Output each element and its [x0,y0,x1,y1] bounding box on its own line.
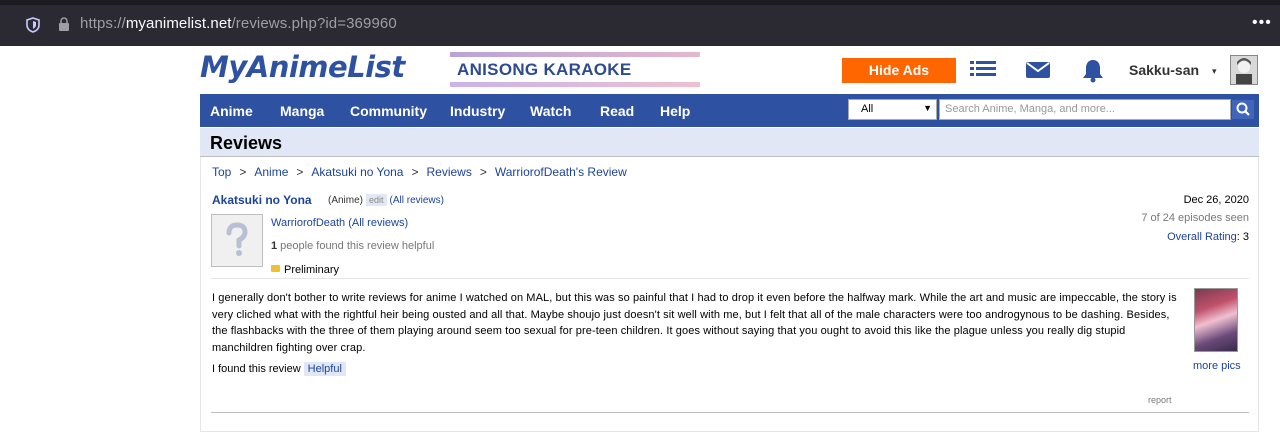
report-link[interactable]: report [1148,395,1172,405]
shield-icon[interactable] [26,17,40,33]
divider [211,412,1249,413]
tag-icon [271,265,280,272]
avatar[interactable] [1230,55,1258,85]
review-text: I generally don't bother to write review… [212,292,1177,354]
chevron-down-icon[interactable]: ▾ [1212,66,1217,77]
bell-icon[interactable] [1082,59,1104,83]
reviewer-avatar[interactable] [211,214,263,267]
anime-meta: (Anime) edit (All reviews) [328,194,444,206]
all-reviews-anime-link[interactable]: (All reviews) [390,195,444,206]
breadcrumb-separator: > [296,165,304,179]
search-input[interactable]: Search Anime, Manga, and more... [939,99,1231,120]
lock-icon[interactable] [58,17,70,31]
page-title: Reviews [210,133,283,153]
breadcrumb-top[interactable]: Top [212,165,231,179]
anime-type: (Anime) [328,195,364,206]
breadcrumb-review[interactable]: WarriorofDeath's Review [495,165,627,179]
helpful-count-text: people found this review helpful [277,240,435,252]
site-logo[interactable]: MyAnimeList [200,50,405,84]
nav-anime[interactable]: Anime [210,103,253,119]
tab-strip [0,0,1280,5]
username[interactable]: Sakku-san [1129,62,1199,78]
search-category-select[interactable]: All ▼ [848,99,937,120]
breadcrumb-separator: > [411,165,419,179]
review-tag-label: Preliminary [284,264,340,276]
breadcrumb-anime[interactable]: Anime [254,165,288,179]
overall-rating-label[interactable]: Overall Rating [1167,231,1237,243]
found-helpful-text: I found this review [212,363,301,375]
breadcrumb-separator: > [479,165,487,179]
reviewer-line: WarriorofDeath (All reviews) [271,217,408,229]
browser-toolbar: https://myanimelist.net/reviews.php?id=3… [0,0,1280,46]
banner-decoration [450,52,700,57]
banner-decoration [450,82,700,87]
nav-read[interactable]: Read [600,103,634,119]
all-reviews-user-link[interactable]: (All reviews) [348,217,408,229]
url-bar[interactable]: https://myanimelist.net/reviews.php?id=3… [0,8,1280,40]
helpful-button[interactable]: Helpful [303,362,346,376]
nav-help[interactable]: Help [660,103,690,119]
nav-industry[interactable]: Industry [450,103,505,119]
breadcrumb-separator: > [239,165,247,179]
found-helpful-line: I found this review Helpful [212,362,346,376]
overall-rating: Overall Rating: 3 [1167,231,1249,243]
review-date: Dec 26, 2020 [1183,194,1249,206]
anime-title-link[interactable]: Akatsuki no Yona [212,193,312,207]
nav-watch[interactable]: Watch [530,103,571,119]
breadcrumb-reviews[interactable]: Reviews [427,165,472,179]
breadcrumb: Top > Anime > Akatsuki no Yona > Reviews > Warri… [212,165,627,179]
nav-community[interactable]: Community [350,103,427,119]
review-tag: Preliminary [271,264,339,276]
chevron-down-icon: ▼ [923,103,932,113]
more-pics-link[interactable]: more pics [1193,360,1241,372]
question-mark-icon [212,215,262,266]
page-header: Reviews [200,128,1259,157]
episodes-seen: 7 of 24 episodes seen [1141,212,1249,224]
reviewer-name-link[interactable]: WarriorofDeath [271,217,345,229]
anime-thumbnail[interactable] [1194,288,1238,352]
divider [211,278,1249,279]
search-button[interactable] [1231,99,1255,120]
overall-rating-value: : 3 [1236,231,1249,243]
mail-icon[interactable] [1025,59,1051,81]
edit-button[interactable]: edit [366,194,387,206]
more-menu-icon[interactable]: ••• [1252,14,1272,32]
ad-banner[interactable]: ANISONG KARAOKE BATTLE [450,52,700,87]
hide-ads-button[interactable]: Hide Ads [842,58,956,83]
list-icon[interactable] [970,59,996,81]
url-text[interactable]: https://myanimelist.net/reviews.php?id=3… [80,15,397,32]
search-category-value: All [861,103,874,115]
avatar-image [1231,56,1257,84]
nav-manga[interactable]: Manga [280,103,324,119]
url-scheme: https:// [80,15,126,32]
url-path: /reviews.php?id=369960 [231,15,397,32]
search-icon [1236,102,1250,116]
url-host: myanimelist.net [125,15,232,32]
helpful-count: 1 people found this review helpful [271,240,434,252]
breadcrumb-title[interactable]: Akatsuki no Yona [311,165,403,179]
